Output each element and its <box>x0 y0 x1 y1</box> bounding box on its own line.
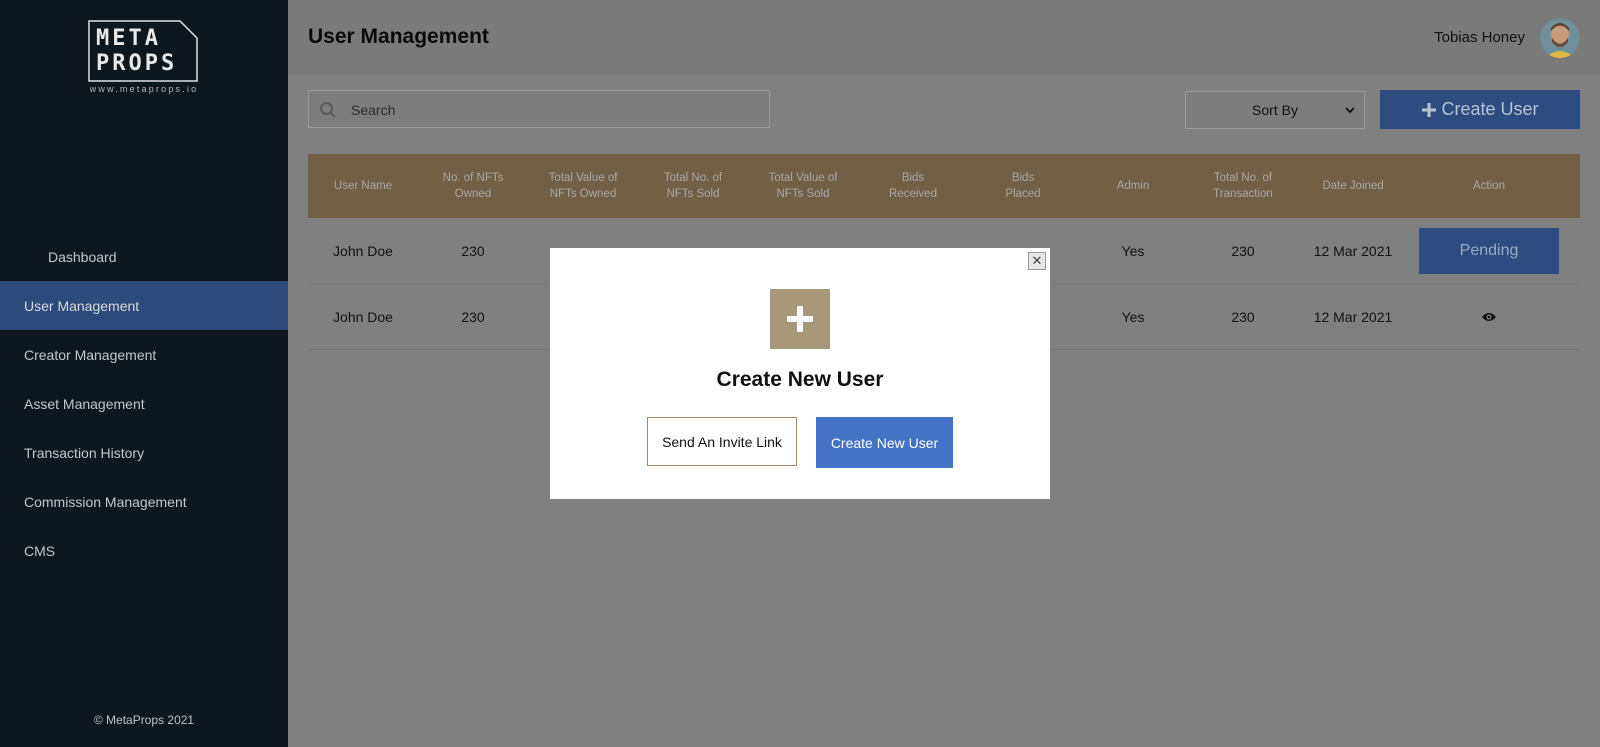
column-header-transactions[interactable]: Total No. of Transaction <box>1188 170 1298 202</box>
page-title: User Management <box>308 25 489 48</box>
cell-transactions: 230 <box>1231 308 1255 325</box>
cell-nfts-owned: 230 <box>461 242 485 259</box>
column-header-admin[interactable]: Admin <box>1078 178 1188 194</box>
column-header-value-nfts-owned[interactable]: Total Value of NFTs Owned <box>528 170 638 202</box>
modal-title: Create New User <box>716 368 884 391</box>
chevron-down-icon <box>1345 107 1355 114</box>
column-header-nfts-sold[interactable]: Total No. of NFTs Sold <box>638 170 748 202</box>
plus-icon <box>770 289 830 349</box>
pending-button[interactable]: Pending <box>1419 227 1559 274</box>
table-header: User Name No. of NFTs Owned Total Value o… <box>308 154 1580 218</box>
sidebar-footer: © MetaProps 2021 <box>93 713 195 727</box>
sidebar-item-label: Creator Management <box>24 346 157 363</box>
cell-nfts-owned: 230 <box>461 308 485 325</box>
sidebar-item-label: Transaction History <box>24 444 145 461</box>
cell-date-joined: 12 Mar 2021 <box>1313 308 1393 325</box>
create-new-user-button[interactable]: Create New User <box>816 417 953 468</box>
sidebar-item-creator-management[interactable]: Creator Management <box>0 330 288 379</box>
sidebar-item-label: Commission Management <box>24 493 187 510</box>
sidebar: META PROPS www.metaprops.io Dashboard Us… <box>0 0 288 747</box>
sidebar-nav: Dashboard User Management Creator Manage… <box>0 232 288 575</box>
search-input[interactable] <box>351 99 751 121</box>
create-user-button[interactable]: Create User <box>1380 90 1580 129</box>
close-icon[interactable]: ✕ <box>1028 252 1046 270</box>
sidebar-item-label: User Management <box>24 297 140 314</box>
column-header-date-joined[interactable]: Date Joined <box>1298 178 1408 194</box>
send-invite-link-button[interactable]: Send An Invite Link <box>647 417 797 466</box>
sidebar-item-label: CMS <box>24 542 56 559</box>
cell-user-name: John Doe <box>333 308 393 325</box>
cell-admin: Yes <box>1121 242 1145 259</box>
view-icon[interactable] <box>1481 311 1497 323</box>
cell-action <box>1408 311 1570 323</box>
search-icon <box>320 102 336 118</box>
sidebar-item-commission-management[interactable]: Commission Management <box>0 477 288 526</box>
sidebar-item-user-management[interactable]: User Management <box>0 281 288 330</box>
brand-url: www.metaprops.io <box>89 84 199 94</box>
column-header-user-name[interactable]: User Name <box>308 178 418 194</box>
logo-line-1: META <box>96 26 161 51</box>
user-name[interactable]: Tobias Honey <box>1434 29 1525 46</box>
column-header-value-nfts-sold[interactable]: Total Value of NFTs Sold <box>748 170 858 202</box>
avatar-image-icon <box>1540 18 1580 58</box>
logo-line-2: PROPS <box>96 51 178 76</box>
cell-transactions: 230 <box>1231 242 1255 259</box>
cell-admin: Yes <box>1121 308 1145 325</box>
plus-icon <box>1422 102 1437 117</box>
sort-by-select[interactable]: Sort By <box>1185 91 1365 129</box>
avatar[interactable] <box>1540 18 1580 58</box>
brand-logo[interactable]: META PROPS www.metaprops.io <box>88 20 200 94</box>
plus-icon-glyph <box>787 306 813 332</box>
cell-date-joined: 12 Mar 2021 <box>1313 242 1393 259</box>
column-header-bids-placed[interactable]: Bids Placed <box>968 170 1078 202</box>
sidebar-item-asset-management[interactable]: Asset Management <box>0 379 288 428</box>
sidebar-item-label: Asset Management <box>24 395 145 412</box>
sidebar-item-label: Dashboard <box>48 248 117 265</box>
create-user-modal: ✕ Create New User Send An Invite Link Cr… <box>550 248 1050 499</box>
sidebar-item-dashboard[interactable]: Dashboard <box>0 232 288 281</box>
sort-by-label: Sort By <box>1252 102 1298 118</box>
search-box[interactable] <box>308 90 770 128</box>
create-user-label: Create User <box>1441 99 1539 119</box>
column-header-action: Action <box>1473 180 1505 192</box>
sidebar-item-cms[interactable]: CMS <box>0 526 288 575</box>
top-bar: User Management Tobias Honey <box>288 0 1600 74</box>
column-header-nfts-owned[interactable]: No. of NFTs Owned <box>418 170 528 202</box>
cell-user-name: John Doe <box>333 242 393 259</box>
cell-action: Pending <box>1408 227 1570 274</box>
sidebar-item-transaction-history[interactable]: Transaction History <box>0 428 288 477</box>
column-header-bids-received[interactable]: Bids Received <box>858 170 968 202</box>
